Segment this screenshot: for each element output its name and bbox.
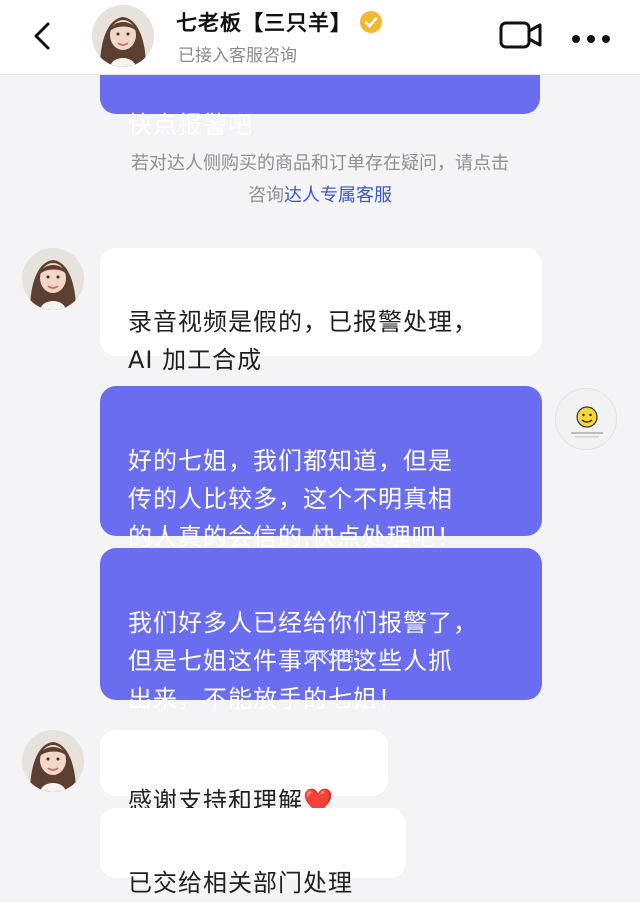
contact-avatar[interactable] bbox=[92, 5, 154, 67]
message-bubble-incoming[interactable]: 感谢支持和理解❤️ bbox=[100, 730, 388, 815]
avatar-photo bbox=[92, 5, 154, 67]
avatar-photo bbox=[22, 248, 84, 310]
video-call-button[interactable] bbox=[498, 18, 544, 52]
notice-line: 若对达人侧购买的商品和订单存在疑问，请点击 bbox=[131, 153, 509, 174]
watermark: @KS岩少 bbox=[305, 647, 370, 665]
user-avatar[interactable] bbox=[555, 388, 617, 450]
message-text: 已交给相关部门处理 bbox=[128, 869, 353, 897]
message-text: 录音视频是假的，已报警处理， AI 加工合成 bbox=[128, 308, 478, 374]
message-bubble-incoming[interactable]: 录音视频是假的，已报警处理， AI 加工合成 bbox=[100, 248, 542, 374]
verified-badge-icon bbox=[360, 11, 382, 33]
avatar[interactable] bbox=[22, 248, 84, 310]
system-notice: 若对达人侧购买的商品和订单存在疑问，请点击 咨询达人专属客服 bbox=[70, 148, 570, 212]
avatar[interactable] bbox=[22, 730, 84, 792]
message-bubble-outgoing[interactable]: 好的七姐，我们都知道，但是 传的人比较多，这个不明真相 的人真的会信的,快点处理… bbox=[100, 386, 542, 551]
message-bubble-outgoing[interactable]: 我们好多人已经给你们报警了， 但是七姐这件事不把这些人抓 出来，不能放手的七姐！ bbox=[100, 548, 542, 713]
message-text: 快点报警吧 bbox=[128, 111, 253, 139]
more-dots-icon bbox=[572, 35, 610, 43]
more-options-button[interactable] bbox=[570, 30, 612, 43]
contact-name: 七老板【三只羊】 bbox=[176, 11, 352, 35]
smiley-icon bbox=[571, 406, 603, 438]
message-text: 好的七姐，我们都知道，但是 传的人比较多，这个不明真相 的人真的会信的,快点处理… bbox=[128, 447, 462, 551]
chat-area: 快点报警吧 若对达人侧购买的商品和订单存在疑问，请点击 咨询达人专属客服 录音视… bbox=[0, 0, 640, 897]
contact-title[interactable]: 七老板【三只羊】 bbox=[176, 7, 384, 37]
message-bubble-incoming[interactable]: 已交给相关部门处理 bbox=[100, 808, 406, 897]
back-button[interactable] bbox=[26, 16, 60, 56]
notice-prefix: 咨询 bbox=[248, 185, 284, 206]
chevron-left-icon bbox=[34, 22, 50, 50]
message-text: 我们好多人已经给你们报警了， 但是七姐这件事不把这些人抓 出来，不能放手的七姐！ bbox=[128, 609, 478, 713]
avatar-photo bbox=[22, 730, 84, 792]
video-camera-icon bbox=[499, 21, 542, 49]
dedicated-service-link[interactable]: 达人专属客服 bbox=[284, 185, 392, 206]
contact-status: 已接入客服咨询 bbox=[178, 46, 297, 66]
chat-header: 七老板【三只羊】 已接入客服咨询 bbox=[0, 0, 640, 75]
